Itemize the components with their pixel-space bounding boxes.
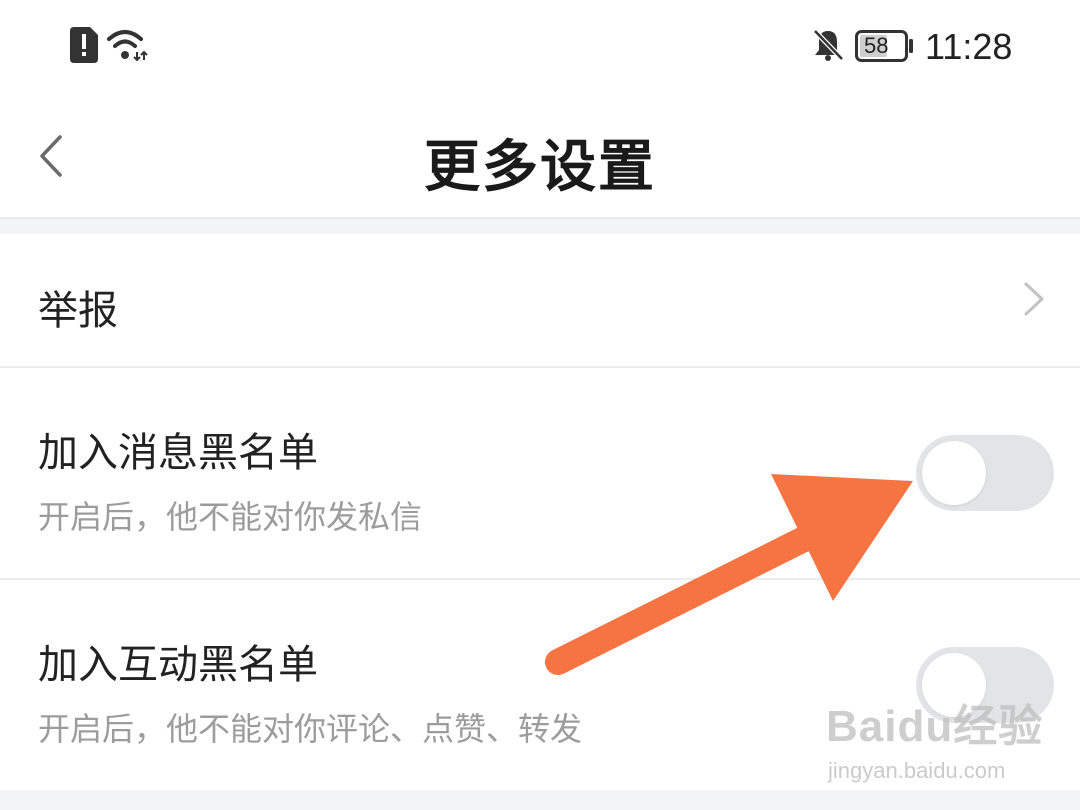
bell-off-icon (813, 29, 844, 61)
bottom-divider (0, 790, 1080, 810)
toggle-knob (922, 441, 986, 505)
toggle-knob (922, 653, 986, 717)
section-divider (0, 219, 1080, 234)
message-blacklist-label: 加入消息黑名单 (38, 430, 318, 476)
chevron-right-icon (1024, 282, 1044, 316)
message-blacklist-row: 加入消息黑名单 开启后，他不能对你发私信 (0, 368, 1080, 580)
interaction-blacklist-row: 加入互动黑名单 开启后，他不能对你评论、点赞、转发 (0, 580, 1080, 790)
interaction-blacklist-toggle[interactable] (916, 647, 1054, 723)
wifi-icon (107, 30, 148, 62)
interaction-blacklist-description: 开启后，他不能对你评论、点赞、转发 (38, 710, 583, 748)
header: 更多设置 (0, 95, 1080, 219)
message-blacklist-description: 开启后，他不能对你发私信 (38, 498, 423, 536)
page-title: 更多设置 (424, 135, 656, 200)
battery-level: 58 (864, 33, 889, 58)
clock: 11:28 (925, 26, 1013, 67)
report-row[interactable]: 举报 (0, 234, 1080, 368)
battery-icon: 58 (855, 30, 915, 62)
status-bar: 58 11:28 (0, 0, 1080, 95)
interaction-blacklist-label: 加入互动黑名单 (38, 642, 318, 688)
message-blacklist-toggle[interactable] (916, 435, 1054, 511)
report-label: 举报 (38, 288, 118, 334)
alert-sim-icon (70, 27, 98, 63)
